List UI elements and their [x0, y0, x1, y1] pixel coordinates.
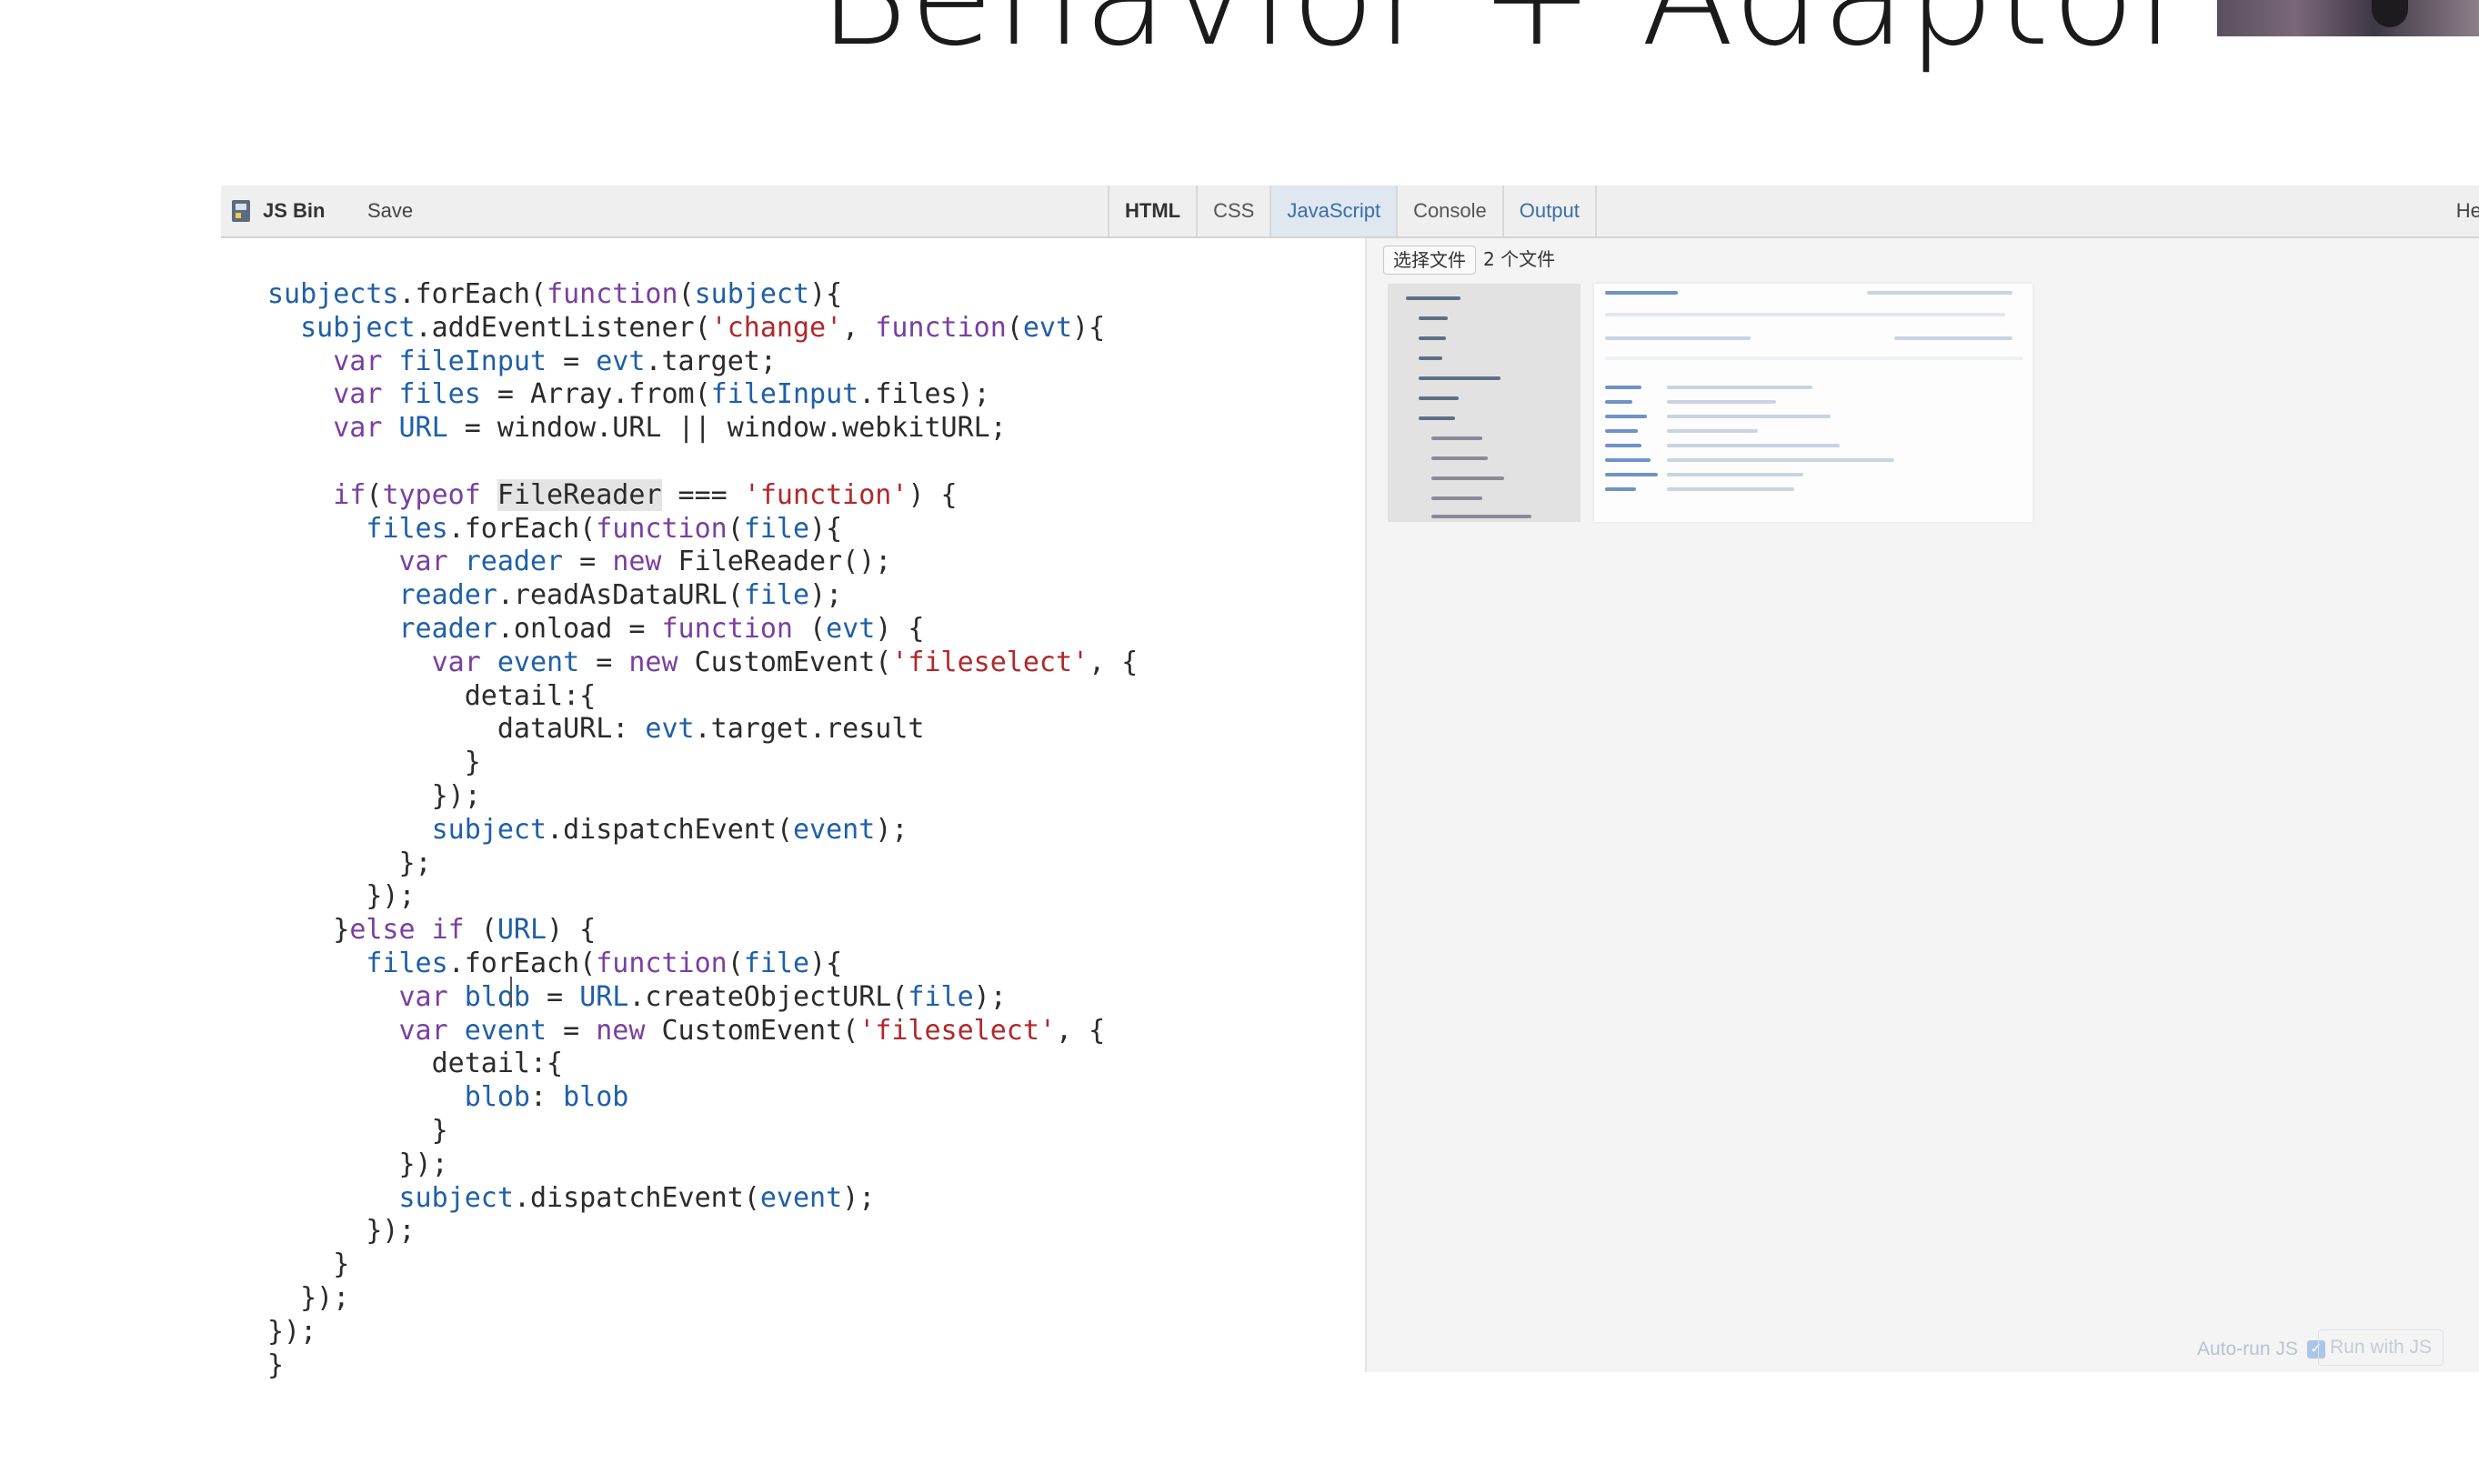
- tab-javascript[interactable]: JavaScript: [1270, 186, 1397, 236]
- jsbin-logo-icon: [232, 200, 250, 222]
- autorun-label: Auto-run JS: [2197, 1339, 2298, 1359]
- code-content[interactable]: subjects.forEach(function(subject){ subj…: [267, 278, 1138, 1382]
- panel-tabs: HTML CSS JavaScript Console Output: [1108, 186, 1597, 236]
- save-button[interactable]: Save: [362, 197, 418, 225]
- javascript-editor[interactable]: subjects.forEach(function(subject){ subj…: [221, 238, 1367, 1381]
- help-menu[interactable]: Help: [2456, 186, 2479, 236]
- tab-console[interactable]: Console: [1396, 186, 1502, 236]
- slide-title: Behavior + Adaptor: [818, 0, 2193, 65]
- webpage-image-preview: [1594, 284, 2032, 522]
- jsbin-logo-label: JS Bin: [263, 199, 326, 222]
- text-cursor: [510, 977, 512, 1008]
- jsbin-logo[interactable]: JS Bin: [232, 197, 325, 225]
- run-with-js-button[interactable]: Run with JS: [2318, 1329, 2444, 1366]
- file-tree-image-preview: [1388, 284, 1581, 522]
- tab-output[interactable]: Output: [1501, 186, 1597, 236]
- tab-html[interactable]: HTML: [1108, 186, 1196, 236]
- autorun-toggle[interactable]: Auto-run JS ✓: [2197, 1339, 2325, 1360]
- choose-file-button[interactable]: 选择文件: [1383, 246, 1476, 275]
- jsbin-window: JS Bin Save HTML CSS JavaScript Console …: [221, 186, 2479, 1381]
- speaker-video-thumbnail: [2217, 0, 2479, 36]
- output-panel: 选择文件 2 个文件 Auto-run JS ✓ Run with JS: [1367, 238, 2479, 1372]
- jsbin-toolbar: JS Bin Save HTML CSS JavaScript Console …: [221, 186, 2479, 238]
- file-count-label: 2 个文件: [1483, 248, 1556, 270]
- tab-css[interactable]: CSS: [1196, 186, 1270, 236]
